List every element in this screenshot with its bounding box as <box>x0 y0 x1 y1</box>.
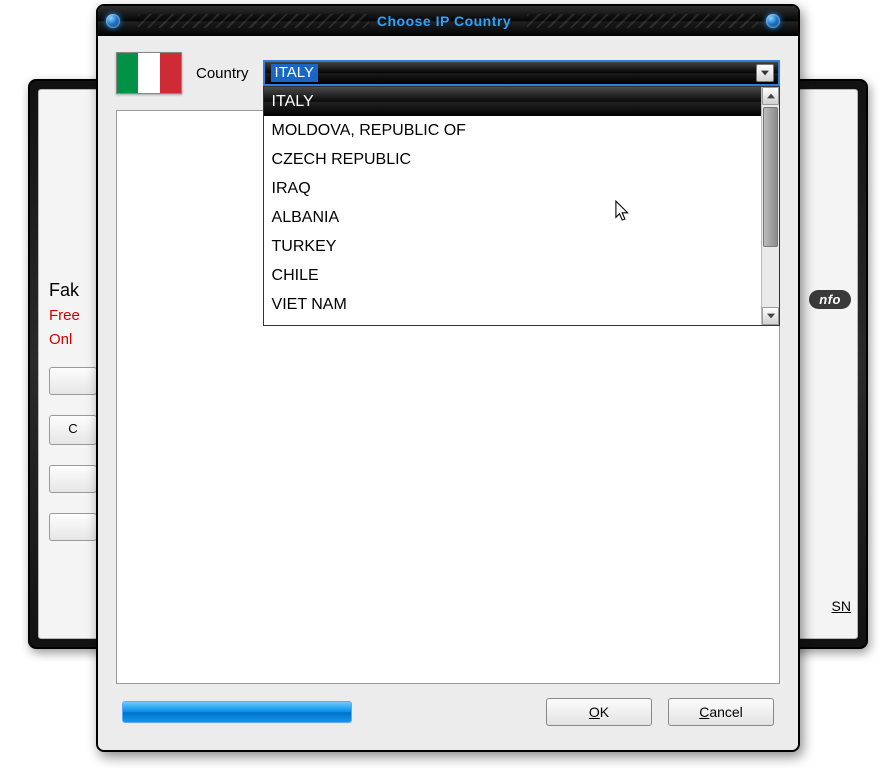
country-flag-italy <box>116 52 182 94</box>
dropdown-option[interactable]: CHILE <box>264 261 761 290</box>
background-red-text-2: Onl <box>49 331 97 349</box>
dialog-titlebar[interactable]: Choose IP Country <box>98 6 798 36</box>
dropdown-option[interactable]: MOLDOVA, REPUBLIC OF <box>264 116 761 145</box>
choose-ip-country-dialog: Choose IP Country Country ITALY ITALYMOL… <box>96 4 800 752</box>
dropdown-option[interactable]: TURKEY <box>264 232 761 261</box>
dropdown-option[interactable]: ALBANIA <box>264 203 761 232</box>
background-button-2[interactable]: C <box>49 415 97 445</box>
titlebar-decoration-right <box>527 14 758 28</box>
ok-button[interactable]: OK <box>546 698 652 726</box>
country-label: Country <box>196 65 249 82</box>
dropdown-option[interactable]: VIET NAM <box>264 290 761 319</box>
dialog-title: Choose IP Country <box>377 13 511 29</box>
background-heading: Fak <box>49 280 97 301</box>
progress-bar <box>122 701 352 723</box>
dropdown-option[interactable]: ITALY <box>264 87 761 116</box>
background-button-3[interactable] <box>49 465 97 493</box>
dialog-client-area: Country ITALY ITALYMOLDOVA, REPUBLIC OFC… <box>104 42 792 744</box>
country-dropdown-list: ITALYMOLDOVA, REPUBLIC OFCZECH REPUBLICI… <box>263 86 780 326</box>
info-badge: nfo <box>809 290 851 309</box>
cancel-button[interactable]: Cancel <box>668 698 774 726</box>
background-sn-link[interactable]: SN <box>832 598 851 614</box>
background-button-1[interactable] <box>49 367 97 395</box>
country-combobox-value: ITALY <box>271 64 318 82</box>
chevron-down-icon[interactable] <box>756 64 774 82</box>
dropdown-option[interactable]: IRAQ <box>264 174 761 203</box>
scroll-up-icon[interactable] <box>762 87 779 105</box>
titlebar-orb-icon-right <box>766 14 780 28</box>
dropdown-option[interactable]: CZECH REPUBLIC <box>264 145 761 174</box>
scrollbar-thumb[interactable] <box>763 107 778 247</box>
scroll-down-icon[interactable] <box>762 307 779 325</box>
titlebar-decoration-left <box>138 14 369 28</box>
country-combobox[interactable]: ITALY <box>263 60 780 86</box>
background-button-4[interactable] <box>49 513 97 541</box>
titlebar-orb-icon <box>106 14 120 28</box>
dropdown-scrollbar[interactable] <box>761 87 779 325</box>
background-red-text-1: Free <box>49 307 97 325</box>
